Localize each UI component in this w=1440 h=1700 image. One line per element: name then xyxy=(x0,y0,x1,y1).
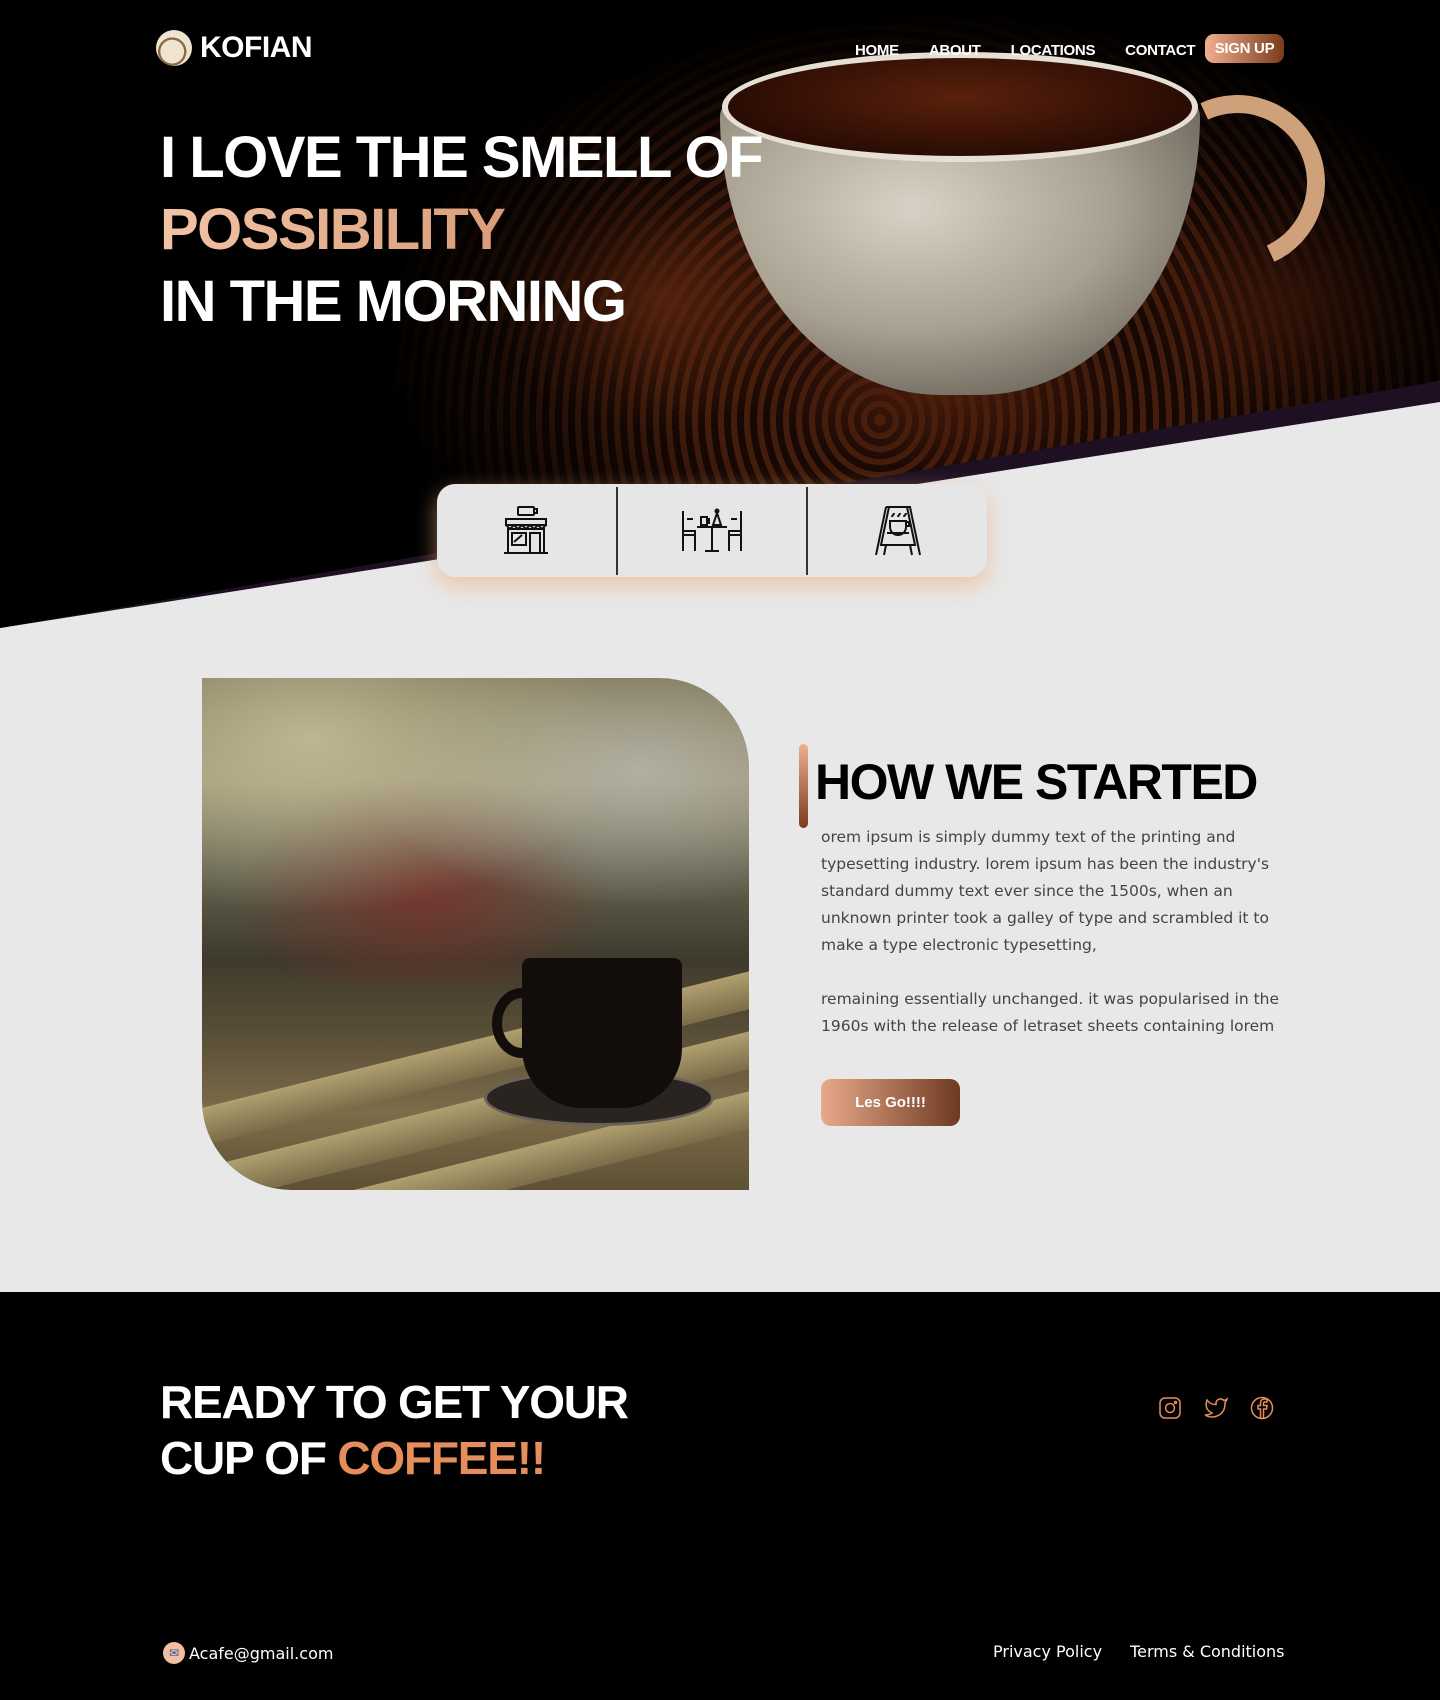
menu-board-icon xyxy=(874,505,921,555)
about-paragraph-1: orem ipsum is simply dummy text of the p… xyxy=(821,828,1270,954)
coffee-shop-icon xyxy=(504,505,549,554)
feature-coffee-shop[interactable] xyxy=(437,484,616,577)
title-accent-bar xyxy=(799,744,808,828)
nav-home[interactable]: HOME xyxy=(855,42,899,59)
hero-line-1: I LOVE THE SMELL OF xyxy=(160,125,764,190)
nav-contact[interactable]: CONTACT xyxy=(1125,42,1195,59)
footer-cta-line-2: CUP OF COFFEE!! xyxy=(160,1430,628,1486)
terms-conditions-link[interactable]: Terms & Conditions xyxy=(1130,1642,1284,1661)
hero-line-3: IN THE MORNING xyxy=(160,269,627,334)
photo-background-blur xyxy=(202,678,749,986)
contact-email[interactable]: ✉ Acafe@gmail.com xyxy=(163,1642,333,1664)
footer-cta-line-1: READY TO GET YOUR xyxy=(160,1376,629,1428)
about-paragraph-2: remaining essentially unchanged. it was … xyxy=(821,990,1280,1035)
facebook-link[interactable] xyxy=(1250,1396,1274,1420)
footer-cta-heading: READY TO GET YOUR CUP OF COFFEE!! xyxy=(160,1374,629,1486)
brand-logo[interactable]: KOFIAN xyxy=(156,30,313,66)
signup-button[interactable]: SIGN UP xyxy=(1205,34,1284,63)
instagram-icon xyxy=(1159,1397,1181,1419)
twitter-icon xyxy=(1204,1397,1229,1418)
coffee-cup-icon xyxy=(156,30,192,66)
nav-about[interactable]: ABOUT xyxy=(929,42,981,59)
hero-line-2: POSSIBILITY xyxy=(160,194,762,266)
hero-headline: I LOVE THE SMELL OF POSSIBILITY IN THE M… xyxy=(160,122,764,338)
cafe-table-icon xyxy=(682,508,742,552)
about-title: HOW WE STARTED xyxy=(815,754,1258,810)
email-address: Acafe@gmail.com xyxy=(189,1643,334,1663)
feature-menu-board[interactable] xyxy=(808,484,987,577)
social-links xyxy=(1158,1396,1274,1420)
instagram-link[interactable] xyxy=(1158,1396,1182,1420)
nav-locations[interactable]: LOCATIONS xyxy=(1011,42,1096,59)
footer: READY TO GET YOUR CUP OF COFFEE!! ✉ Acaf… xyxy=(0,1292,1440,1700)
mail-icon: ✉ xyxy=(163,1642,185,1664)
feature-icons-card xyxy=(437,484,987,577)
brand-name: KOFIAN xyxy=(200,31,313,64)
feature-cafe-table[interactable] xyxy=(618,484,807,577)
facebook-icon xyxy=(1250,1396,1274,1420)
footer-cta-accent: COFFEE!! xyxy=(337,1432,546,1484)
twitter-link[interactable] xyxy=(1204,1396,1229,1420)
privacy-policy-link[interactable]: Privacy Policy xyxy=(993,1642,1102,1661)
coffee-cup-rim xyxy=(722,52,1198,162)
main-nav: HOME ABOUT LOCATIONS CONTACT xyxy=(855,42,1196,59)
cafe-coffee-photo xyxy=(202,678,749,1190)
lets-go-button[interactable]: Les Go!!!! xyxy=(821,1079,960,1126)
espresso-cup xyxy=(522,958,682,1108)
footer-cta-prefix: CUP OF xyxy=(160,1432,338,1484)
legal-links: Privacy Policy Terms & Conditions xyxy=(993,1642,1285,1661)
